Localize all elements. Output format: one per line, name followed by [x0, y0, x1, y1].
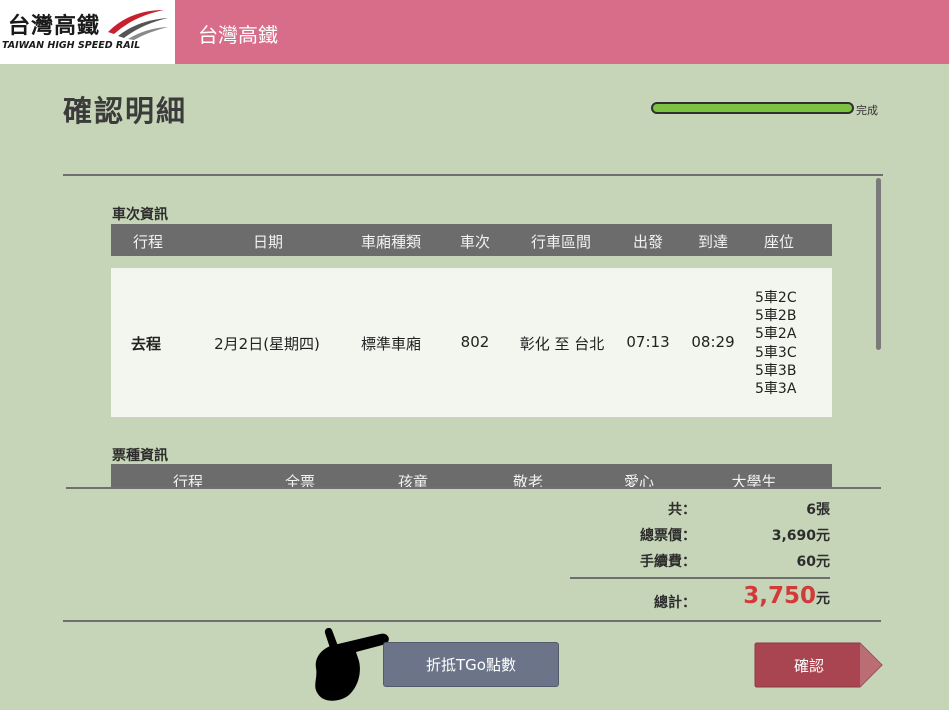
- total-number: 3,750: [743, 583, 816, 609]
- header-title: 台灣高鐵: [198, 23, 278, 47]
- seat-item: 5車2A: [755, 326, 797, 343]
- ticket-info-label: 票種資訊: [112, 448, 168, 464]
- fare-label: 總票價：: [640, 528, 696, 544]
- ticket-info-header: 行程 全票 孩童 敬老 愛心 大學生: [111, 464, 832, 487]
- col-trip: 行程: [132, 233, 164, 251]
- count-label: 共：: [668, 502, 696, 518]
- divider-total: [570, 577, 830, 579]
- col-car-type: 車廂種類: [360, 233, 422, 251]
- seat-item: 5車3B: [755, 362, 797, 379]
- col-date: 日期: [252, 233, 284, 251]
- logo-swoosh-icon: [108, 10, 168, 40]
- cell-date: 2月2日(星期四): [214, 335, 320, 353]
- col-adult: 全票: [284, 473, 316, 487]
- col-seat: 座位: [763, 233, 795, 251]
- train-info-header: 行程 日期 車廂種類 車次 行車區間 出發 到達 座位: [111, 224, 832, 256]
- confirm-label: 確認: [793, 656, 824, 675]
- progress-bar: [651, 102, 854, 114]
- confirm-button[interactable]: 確認: [754, 642, 884, 688]
- total-value: 3,750元: [680, 583, 830, 609]
- train-info-label: 車次資訊: [112, 207, 168, 223]
- total-unit: 元: [816, 591, 830, 607]
- progress-label: 完成: [856, 104, 878, 117]
- fee-value: 60元: [796, 554, 830, 570]
- col-arrive: 到達: [697, 233, 729, 251]
- divider-summary: [66, 487, 881, 489]
- scrollbar[interactable]: [876, 178, 881, 350]
- seat-item: 5車3A: [755, 381, 797, 398]
- seat-item: 5車2B: [755, 308, 797, 325]
- details-scroll-area[interactable]: 車次資訊 行程 日期 車廂種類 車次 行車區間 出發 到達 座位 去程 2月2日…: [63, 176, 883, 487]
- page-title: 確認明細: [63, 94, 188, 128]
- cell-route: 彰化 至 台北: [519, 335, 605, 353]
- col-ticket-trip: 行程: [172, 473, 204, 487]
- logo-text: 台灣高鐵: [8, 14, 101, 39]
- cell-train-no: 802: [460, 333, 490, 351]
- cell-trip: 去程: [130, 335, 162, 353]
- fee-label: 手續費：: [640, 554, 696, 570]
- cell-seats: 5車2C 5車2B 5車2A 5車3C 5車3B 5車3A: [755, 289, 797, 398]
- top-header: 台灣高鐵 TAIWAN HIGH SPEED RAIL 台灣高鐵: [0, 0, 949, 64]
- count-value: 6張: [806, 502, 830, 518]
- seat-item: 5車3C: [755, 344, 797, 361]
- cell-car-type: 標準車廂: [360, 335, 422, 353]
- total-label: 總計：: [654, 595, 696, 611]
- seat-item: 5車2C: [755, 290, 797, 306]
- divider-bottom: [63, 620, 881, 622]
- cell-depart: 07:13: [626, 333, 670, 351]
- thsr-logo: 台灣高鐵 TAIWAN HIGH SPEED RAIL: [0, 0, 175, 64]
- fare-value: 3,690元: [771, 528, 830, 544]
- logo-subtitle: TAIWAN HIGH SPEED RAIL: [2, 40, 141, 51]
- col-train-no: 車次: [459, 233, 491, 251]
- col-senior: 敬老: [512, 473, 544, 487]
- pointing-hand-icon: [315, 628, 389, 701]
- col-route: 行車區間: [530, 233, 592, 251]
- col-child: 孩童: [397, 473, 429, 487]
- tgo-points-button[interactable]: 折抵TGo點數: [383, 642, 559, 687]
- col-disabled: 愛心: [623, 473, 655, 487]
- col-depart: 出發: [632, 233, 664, 251]
- train-info-row: 去程 2月2日(星期四) 標準車廂 802 彰化 至 台北 07:13 08:2…: [111, 268, 832, 417]
- col-student: 大學生: [731, 473, 777, 487]
- cell-arrive: 08:29: [691, 333, 735, 351]
